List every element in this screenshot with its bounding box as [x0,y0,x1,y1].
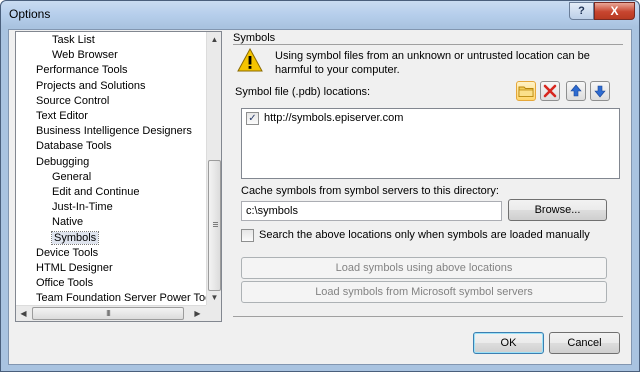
tree-item-label: Task List [52,34,95,46]
tree-item-label: Symbols [50,230,100,245]
location-url: http://symbols.episerver.com [264,112,404,124]
add-location-button[interactable] [516,81,536,101]
options-window: Options ? X Task List Web Browser Performa… [0,0,640,372]
load-symbols-locations-button[interactable]: Load symbols using above locations [241,257,607,279]
tree-item-label: Just-In-Time [52,201,113,214]
section-title: Symbols [233,32,276,44]
tree-item[interactable]: Business Intelligence Designers [36,124,192,139]
cancel-button[interactable]: Cancel [549,332,620,354]
tree-horizontal-scrollbar[interactable]: ◀ III ▶ [16,305,206,321]
arrow-down-icon [594,85,606,98]
remove-location-button[interactable] [540,81,560,101]
tree-item-label: Performance Tools [36,64,128,77]
tree-item[interactable]: Source Control [36,94,109,109]
warning-icon [237,48,263,72]
scroll-left-arrow-icon[interactable]: ◀ [16,306,31,321]
tree-horizontal-scroll-thumb[interactable]: III [32,307,184,320]
manual-only-label: Search the above locations only when sym… [259,229,590,241]
delete-x-icon [543,84,557,98]
scrollbar-corner [206,305,221,321]
tree-item-label: Team Foundation Server Power Tools [36,292,220,305]
tree-item[interactable]: Just-In-Time [52,200,113,215]
window-title: Options [9,7,51,21]
close-button[interactable]: X [594,2,635,20]
tree-item-label: Text Editor [36,110,88,122]
tree-item-label: Projects and Solutions [36,79,146,92]
tree-item[interactable]: HTML Designer [36,261,113,276]
arrow-up-icon [570,84,582,97]
location-checkbox[interactable]: ✓ [246,112,259,125]
cache-directory-input[interactable] [241,201,502,221]
tree-item[interactable]: Performance Tools [36,63,128,78]
tree-item-label: HTML Designer [36,262,113,274]
symbol-locations-list[interactable]: ✓ http://symbols.episerver.com [241,108,620,179]
tree-item[interactable]: Device Tools [36,246,98,261]
scroll-right-arrow-icon[interactable]: ▶ [190,306,205,321]
tree-item-label: Edit and Continue [52,186,140,198]
tree-item[interactable]: Task List [52,33,95,48]
scroll-down-arrow-icon[interactable]: ▼ [207,290,221,305]
ok-button[interactable]: OK [473,332,544,354]
tree-item[interactable]: Office Tools [36,276,93,291]
tree-item-label: Database Tools [36,140,112,153]
warning-message: Using symbol files from an unknown or un… [275,50,590,76]
dialog-body: Task List Web Browser Performance Tools Pro… [8,29,632,365]
move-up-button[interactable] [566,81,586,101]
help-button[interactable]: ? [569,2,594,20]
tree-item-label: Debugging [36,155,90,168]
tree-item[interactable]: Database Tools [36,139,112,154]
load-symbols-microsoft-button[interactable]: Load symbols from Microsoft symbol serve… [241,281,607,303]
move-down-button[interactable] [590,81,610,101]
tree-item-label: Business Intelligence Designers [36,125,192,138]
footer-divider [233,316,623,317]
tree-vertical-scrollbar[interactable]: ▲ ▼ [206,32,221,305]
tree-item[interactable]: Projects and Solutions [36,79,145,94]
tree-item-label: Source Control [36,94,110,107]
tree-item[interactable]: Edit and Continue [52,185,139,200]
tree-vertical-scroll-thumb[interactable] [208,160,221,291]
tree-item[interactable]: Debugging [36,155,89,170]
scroll-up-arrow-icon[interactable]: ▲ [207,32,221,47]
tree-item-label: Office Tools [36,277,94,290]
tree-item-label: Native [52,216,84,229]
browse-button[interactable]: Browse... [508,199,607,221]
tree-item[interactable]: Text Editor [36,109,88,124]
tree-item-label: Web Browser [52,49,118,62]
tree-item[interactable]: General [52,170,91,185]
tree-item[interactable]: Web Browser [52,48,118,63]
options-tree[interactable]: Task List Web Browser Performance Tools Pro… [15,31,222,322]
tree-item[interactable]: Symbols [50,230,100,246]
locations-label: Symbol file (.pdb) locations: [235,86,371,98]
tree-item-label: General [52,170,92,183]
cache-label: Cache symbols from symbol servers to thi… [241,185,499,197]
manual-only-checkbox[interactable] [241,229,254,242]
tree-item-label: Device Tools [36,246,99,259]
tree-item[interactable]: Native [52,215,83,230]
title-bar[interactable]: Options ? X [1,1,639,27]
folder-icon [518,86,534,97]
section-divider [233,44,623,45]
